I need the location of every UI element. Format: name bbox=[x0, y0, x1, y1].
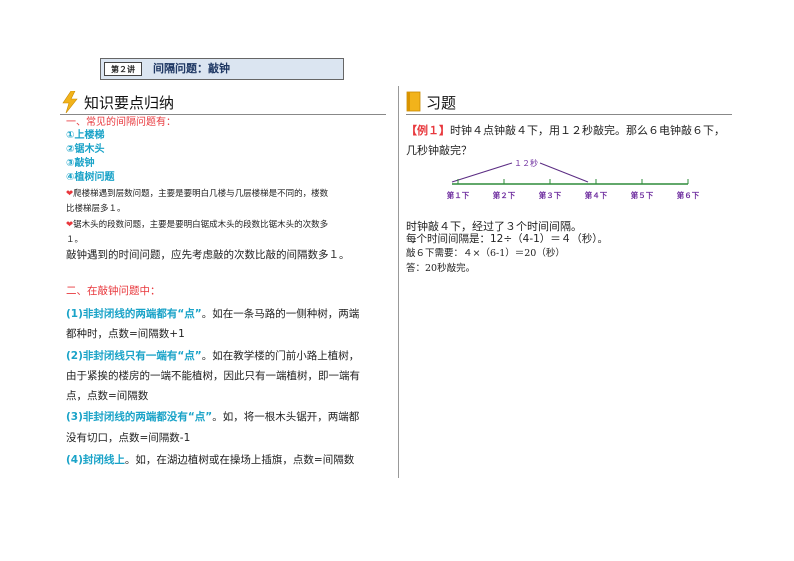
exercise-section-header: 习题 bbox=[406, 90, 456, 114]
lightning-icon bbox=[62, 91, 78, 113]
tick-label: 第１下 bbox=[447, 190, 470, 200]
case-3: (3)非封闭线的两端都没有“点”。如，将一根木头锯开，两端都 bbox=[66, 411, 360, 423]
tick-label: 第３下 bbox=[539, 190, 562, 200]
tick-label: 第４下 bbox=[585, 190, 608, 200]
lesson-number: 第２讲 bbox=[104, 62, 142, 76]
solution-line: 每个时间间隔是：12÷（4-1）＝４（秒）。 bbox=[406, 233, 609, 245]
knowledge-title: 知识要点归纳 bbox=[84, 93, 175, 112]
type-item: ②锯木头 bbox=[66, 144, 105, 155]
case-1-cont: 都种时，点数=间隔数+1 bbox=[66, 328, 185, 340]
tick-label: 第５下 bbox=[631, 190, 654, 200]
knowledge-section-header: 知识要点归纳 bbox=[60, 90, 174, 114]
tick-label: 第６下 bbox=[677, 190, 700, 200]
span-label: １２秒 bbox=[514, 158, 538, 168]
note-wood-cont: １。 bbox=[66, 235, 84, 245]
span-bracket-left bbox=[451, 162, 513, 183]
type-item: ④植树问题 bbox=[66, 172, 115, 183]
knowledge-underline bbox=[60, 114, 386, 115]
type-item: ①上楼梯 bbox=[66, 130, 105, 141]
solution-line: 时钟敲４下，经过了３个时间间隔。 bbox=[406, 220, 582, 233]
note-stairs-cont: 比楼梯层多１。 bbox=[66, 204, 126, 214]
note-wood: ❤锯木头的段数问题，主要是要明白锯成木头的段数比锯木头的次数多 bbox=[66, 220, 329, 230]
note-bell: 敲钟遇到的时间问题，应先考虑敲的次数比敲的间隔数多１。 bbox=[66, 249, 350, 261]
case-4: (4)封闭线上。如，在湖边植树或在操场上插旗，点数=间隔数 bbox=[66, 454, 355, 466]
bell-heading: 二、在敲钟问题中： bbox=[66, 285, 161, 297]
exercise-underline bbox=[406, 114, 732, 115]
column-divider bbox=[398, 86, 399, 478]
solution-line: 敲６下需要：４×（6-1）＝20（秒） bbox=[406, 248, 565, 259]
intro-heading: 一、常见的间隔问题有： bbox=[66, 117, 176, 128]
type-item: ③敲钟 bbox=[66, 158, 95, 169]
case-1: (1)非封闭线的两端都有“点”。如在一条马路的一侧种树，两端 bbox=[66, 308, 360, 320]
tick-group: 第１下 第２下 第３下 第４下 第５下 第６下 bbox=[447, 179, 700, 200]
case-3-cont: 没有切口，点数=间隔数-1 bbox=[66, 432, 191, 444]
tick-label: 第２下 bbox=[493, 190, 516, 200]
book-icon bbox=[406, 91, 421, 112]
example-question: 【例１】时钟４点钟敲４下，用１２秒敲完。那么６电钟敲６下， bbox=[406, 124, 725, 137]
case-2: (2)非封闭线只有一端有“点”。如在教学楼的门前小路上植树， bbox=[66, 350, 360, 362]
note-stairs: ❤爬楼梯遇到层数问题，主要是要明白几楼与几层楼梯是不同的，楼数 bbox=[66, 189, 329, 199]
case-2-cont: 由于紧挨的楼房的一端不能植树，因此只有一端植树，即一端有 bbox=[66, 370, 360, 382]
lesson-topic: 间隔问题：敲钟 bbox=[153, 62, 230, 75]
lesson-header: 第２讲 间隔问题：敲钟 bbox=[100, 58, 344, 80]
bell-interval-diagram: １２秒 第１下 第２下 第３下 第４下 第５下 第６下 bbox=[447, 158, 700, 200]
span-bracket-right bbox=[539, 162, 589, 183]
solution-line: 答：20秒敲完。 bbox=[406, 263, 476, 274]
case-2-cont2: 点，点数=间隔数 bbox=[66, 390, 149, 402]
exercise-title: 习题 bbox=[426, 93, 457, 112]
